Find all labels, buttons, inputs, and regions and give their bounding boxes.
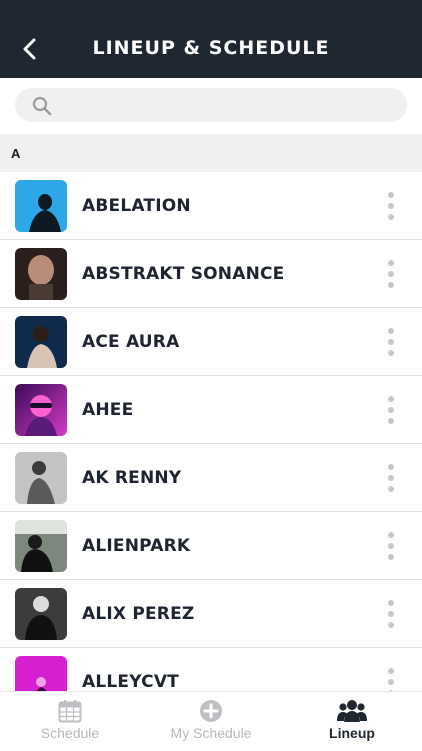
artist-name: ALIX PEREZ	[82, 604, 195, 624]
more-options-icon[interactable]	[384, 464, 398, 492]
calendar-icon	[58, 700, 82, 723]
more-options-icon[interactable]	[384, 396, 398, 424]
artist-name: ACE AURA	[82, 332, 180, 352]
tab-label: Lineup	[329, 725, 375, 741]
artist-name: ALIENPARK	[82, 536, 191, 556]
artist-thumbnail	[15, 384, 67, 436]
list-item[interactable]: ABELATION	[0, 172, 422, 240]
search-icon	[32, 96, 52, 116]
more-options-icon[interactable]	[384, 328, 398, 356]
artist-name: AHEE	[82, 400, 134, 420]
artist-name: ABELATION	[82, 196, 191, 216]
tab-schedule[interactable]: Schedule	[20, 692, 120, 751]
list-item[interactable]: AK RENNY	[0, 444, 422, 512]
artist-thumbnail	[15, 316, 67, 368]
list-item[interactable]: ALLEYCVT	[0, 648, 422, 691]
artist-thumbnail	[15, 656, 67, 691]
list-item[interactable]: ALIX PEREZ	[0, 580, 422, 648]
more-options-icon[interactable]	[384, 668, 398, 691]
artist-thumbnail	[15, 248, 67, 300]
plus-circle-icon	[200, 700, 222, 722]
list-item[interactable]: AHEE	[0, 376, 422, 444]
section-header-a: A	[0, 134, 422, 172]
artist-thumbnail	[15, 588, 67, 640]
more-options-icon[interactable]	[384, 532, 398, 560]
list-item[interactable]: ALIENPARK	[0, 512, 422, 580]
more-options-icon[interactable]	[384, 600, 398, 628]
more-options-icon[interactable]	[384, 260, 398, 288]
tab-bar: Schedule My Schedule Lineup	[0, 691, 422, 751]
search-bar[interactable]	[15, 88, 407, 124]
artist-thumbnail	[15, 452, 67, 504]
artist-thumbnail	[15, 180, 67, 232]
tab-label: Schedule	[40, 725, 100, 741]
more-options-icon[interactable]	[384, 192, 398, 220]
tab-label: My Schedule	[170, 725, 252, 741]
search-input[interactable]	[59, 88, 393, 124]
search-bar-container	[0, 78, 422, 134]
tab-lineup[interactable]: Lineup	[302, 692, 402, 751]
page-title: LINEUP & SCHEDULE	[92, 37, 330, 59]
artist-name: AK RENNY	[82, 468, 182, 488]
people-icon	[337, 700, 367, 722]
artist-name: ALLEYCVT	[82, 672, 179, 691]
tab-my-schedule[interactable]: My Schedule	[150, 692, 272, 751]
list-item[interactable]: ABSTRAKT SONANCE	[0, 240, 422, 308]
list-item[interactable]: ACE AURA	[0, 308, 422, 376]
artist-list[interactable]: ABELATION ABSTRAKT SONANCE ACE AURA AHEE…	[0, 172, 422, 691]
artist-thumbnail	[15, 520, 67, 572]
app-header: LINEUP & SCHEDULE	[0, 0, 422, 78]
artist-name: ABSTRAKT SONANCE	[82, 264, 285, 284]
